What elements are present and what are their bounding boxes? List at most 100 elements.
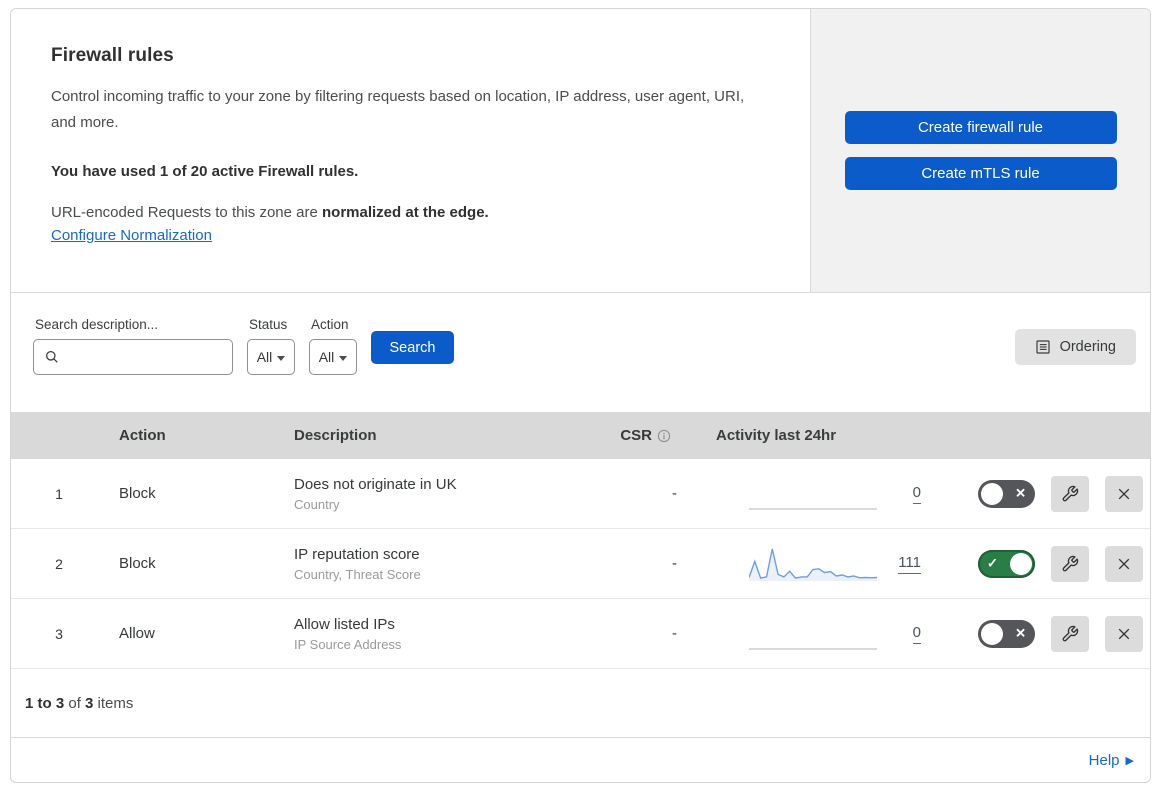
close-icon: [1116, 626, 1132, 642]
help-row: Help ▶: [11, 738, 1150, 782]
pagination-of: of: [64, 694, 86, 712]
table-row: 3 Allow Allow listed IPs IP Source Addre…: [11, 599, 1150, 669]
column-header-csr: CSR: [601, 427, 691, 444]
status-select-value: All: [256, 349, 273, 365]
help-link[interactable]: Help ▶: [1089, 752, 1134, 769]
ordering-list-icon: [1035, 339, 1051, 355]
status-label: Status: [249, 317, 288, 332]
activity-sparkline: [749, 647, 877, 650]
delete-rule-button[interactable]: [1105, 475, 1143, 512]
usage-text: You have used 1 of 20 active Firewall ru…: [51, 163, 359, 180]
help-link-label: Help: [1088, 752, 1120, 769]
delete-rule-button[interactable]: [1105, 615, 1143, 652]
header-section: Firewall rules Control incoming traffic …: [11, 9, 1150, 293]
chevron-down-icon: [339, 355, 348, 361]
rule-activity-cell: 111: [691, 546, 936, 582]
search-button[interactable]: Search: [371, 331, 454, 364]
activity-count-link[interactable]: 111: [898, 554, 921, 574]
create-firewall-rule-button[interactable]: Create firewall rule: [844, 111, 1117, 144]
wrench-icon: [1061, 485, 1079, 503]
csr-header-label: CSR: [620, 427, 652, 444]
table-header: Action Description CSR Activity last 24h…: [11, 412, 1150, 459]
edit-rule-button[interactable]: [1051, 545, 1089, 582]
activity-count-link[interactable]: 0: [912, 624, 921, 644]
rule-description: Does not originate in UK: [294, 475, 457, 493]
action-select[interactable]: All: [309, 339, 357, 375]
configure-normalization-link[interactable]: Configure Normalization: [51, 227, 212, 244]
action-label: Action: [311, 317, 349, 332]
delete-rule-button[interactable]: [1105, 545, 1143, 582]
rule-description: IP reputation score: [294, 545, 420, 563]
search-box[interactable]: [33, 339, 233, 375]
table-body: 1 Block Does not originate in UK Country…: [11, 459, 1150, 669]
rule-controls: ✕: [936, 615, 1150, 652]
search-label: Search description...: [35, 317, 159, 332]
table-row: 2 Block IP reputation score Country, Thr…: [11, 529, 1150, 599]
column-header-description: Description: [294, 427, 377, 444]
wrench-icon: [1061, 555, 1079, 573]
toggle-knob: [981, 622, 1003, 645]
search-input[interactable]: [66, 349, 216, 365]
rule-description: Allow listed IPs: [294, 615, 395, 633]
ordering-button-label: Ordering: [1059, 339, 1116, 355]
filter-bar: Search description... Status All Action …: [11, 293, 1150, 412]
rule-description-cell: IP reputation score Country, Threat Scor…: [279, 546, 601, 582]
rule-criteria: Country, Threat Score: [294, 566, 421, 582]
rule-description-cell: Does not originate in UK Country: [279, 476, 601, 512]
search-icon: [44, 349, 60, 365]
rule-controls: ✓: [936, 545, 1150, 582]
edit-rule-button[interactable]: [1051, 615, 1089, 652]
rule-action: Allow: [119, 625, 155, 642]
rule-description-cell: Allow listed IPs IP Source Address: [279, 616, 601, 652]
rule-enabled-toggle[interactable]: ✕: [978, 479, 1035, 508]
status-select[interactable]: All: [247, 339, 295, 375]
activity-sparkline: [749, 507, 877, 510]
pagination-range: 1 to 3: [25, 694, 65, 712]
normalization-text-bold: normalized at the edge.: [322, 204, 489, 221]
rule-number: 2: [55, 555, 63, 572]
page-title: Firewall rules: [51, 45, 174, 66]
firewall-rules-card: Firewall rules Control incoming traffic …: [10, 8, 1151, 783]
rule-number: 3: [55, 625, 63, 642]
info-icon[interactable]: [657, 429, 671, 443]
rule-csr-value: -: [672, 555, 677, 572]
create-mtls-rule-button[interactable]: Create mTLS rule: [844, 157, 1117, 190]
arrow-right-icon: ▶: [1125, 755, 1134, 767]
toggle-state-icon: ✕: [1015, 625, 1026, 641]
rule-csr-value: -: [672, 625, 677, 642]
rule-activity-cell: 0: [691, 476, 936, 512]
toggle-state-icon: ✓: [987, 555, 998, 571]
normalization-text-plain: URL-encoded Requests to this zone are: [51, 204, 322, 221]
activity-count-link[interactable]: 0: [912, 484, 921, 504]
table-row: 1 Block Does not originate in UK Country…: [11, 459, 1150, 529]
rule-action: Block: [119, 555, 156, 572]
close-icon: [1116, 486, 1132, 502]
pagination-items-word: items: [93, 694, 134, 712]
rule-action: Block: [119, 485, 156, 502]
page-description: Control incoming traffic to your zone by…: [51, 88, 745, 131]
rule-criteria: Country: [294, 496, 340, 512]
chevron-down-icon: [277, 355, 286, 361]
column-header-activity: Activity last 24hr: [716, 427, 837, 444]
toggle-knob: [981, 482, 1003, 505]
normalization-text: URL-encoded Requests to this zone are no…: [51, 204, 770, 221]
rule-enabled-toggle[interactable]: ✓: [978, 549, 1035, 578]
rule-criteria: IP Source Address: [294, 636, 402, 652]
toggle-state-icon: ✕: [1015, 485, 1026, 501]
ordering-button[interactable]: Ordering: [1014, 329, 1136, 365]
pagination-status: 1 to 3 of 3 items: [11, 669, 1150, 738]
header-text-panel: Firewall rules Control incoming traffic …: [11, 9, 811, 292]
action-select-value: All: [318, 349, 335, 365]
toggle-knob: [1010, 552, 1032, 575]
header-actions-panel: Create firewall rule Create mTLS rule: [811, 9, 1150, 292]
rule-enabled-toggle[interactable]: ✕: [978, 619, 1035, 648]
close-icon: [1116, 556, 1132, 572]
rule-activity-cell: 0: [691, 616, 936, 652]
edit-rule-button[interactable]: [1051, 475, 1089, 512]
column-header-action: Action: [119, 427, 166, 444]
activity-sparkline: [749, 548, 877, 581]
rule-csr-value: -: [672, 485, 677, 502]
wrench-icon: [1061, 625, 1079, 643]
rule-controls: ✕: [936, 475, 1150, 512]
rule-number: 1: [55, 485, 63, 502]
